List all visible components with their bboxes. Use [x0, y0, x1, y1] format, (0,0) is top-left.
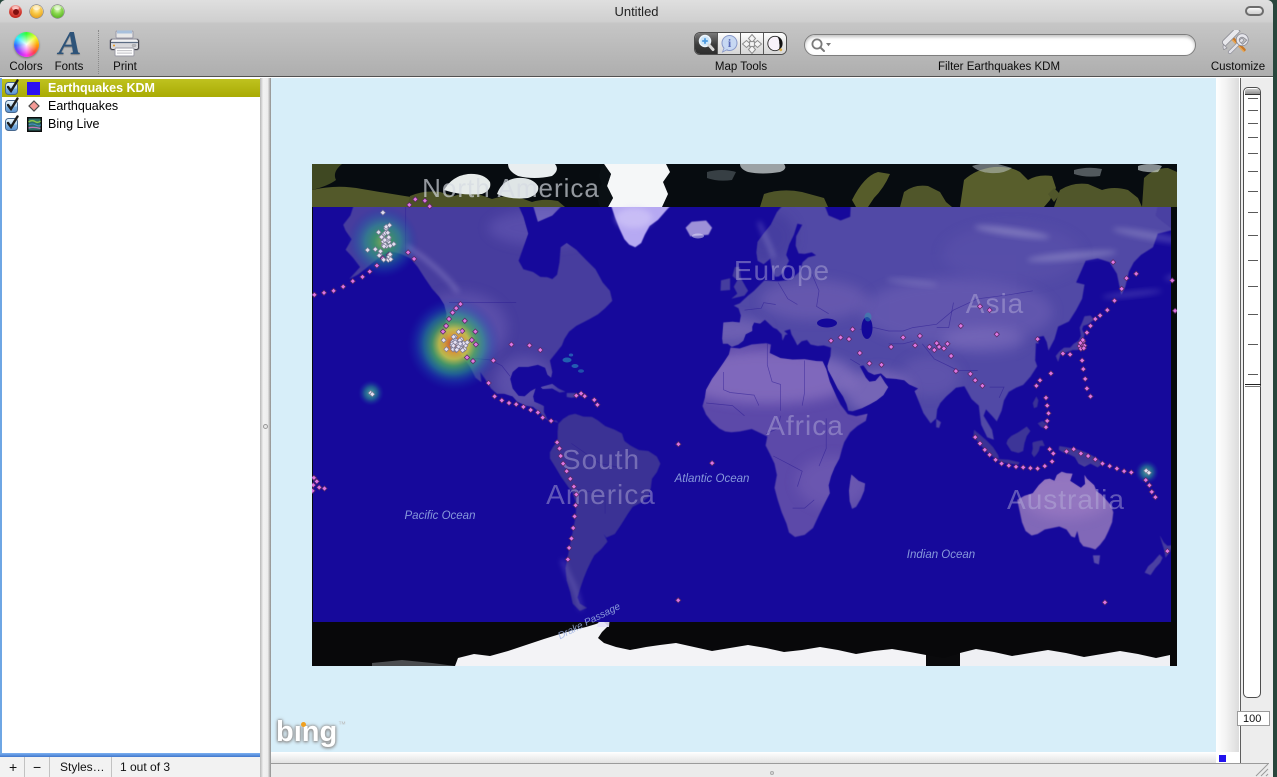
- svg-text:Atlantic Ocean: Atlantic Ocean: [674, 473, 750, 485]
- svg-text:Asia: Asia: [966, 288, 1024, 319]
- svg-text:North America: North America: [422, 173, 600, 203]
- svg-text:Africa: Africa: [766, 410, 844, 441]
- svg-text:Europe: Europe: [734, 255, 830, 286]
- svg-text:Pacific Ocean: Pacific Ocean: [405, 510, 476, 522]
- svg-text:Indian Ocean: Indian Ocean: [907, 549, 975, 561]
- svg-text:America: America: [546, 479, 656, 510]
- svg-text:South: South: [562, 444, 640, 475]
- svg-text:Australia: Australia: [1007, 484, 1125, 515]
